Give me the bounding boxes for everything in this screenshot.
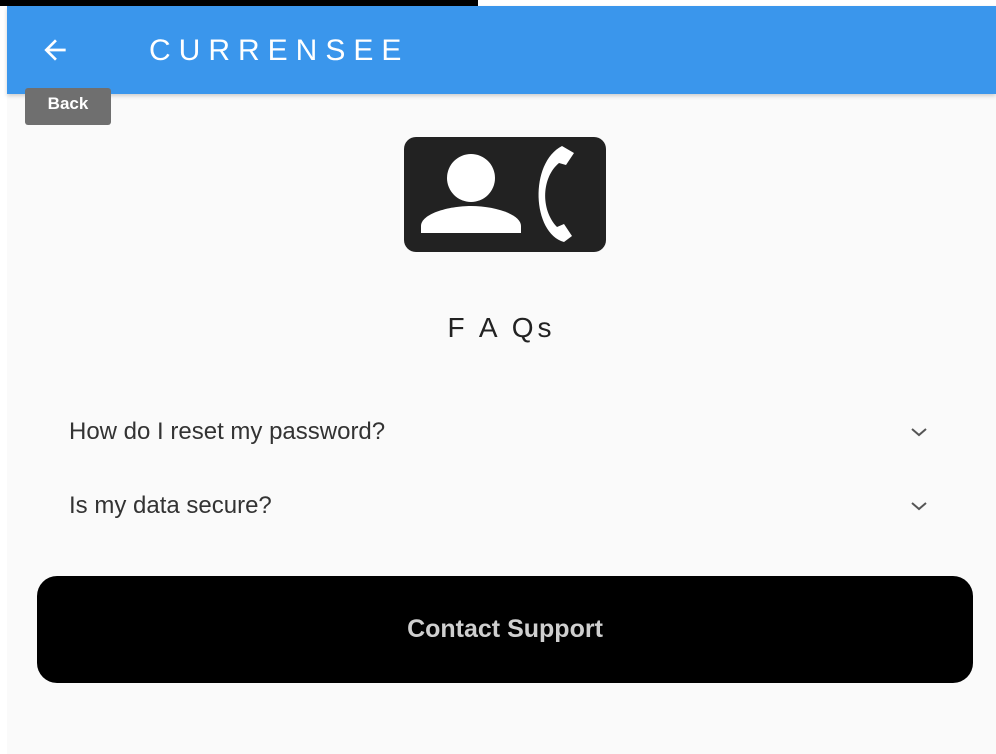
arrow-left-icon [44,39,66,61]
faq-item-data-secure[interactable]: Is my data secure? [57,476,941,536]
back-button[interactable] [33,28,77,72]
chevron-down-icon [907,494,931,518]
contact-support-button[interactable]: Contact Support [37,576,973,683]
contact-support-label: Contact Support [407,615,603,643]
app-title: CURRENSEE [149,34,410,67]
contact-phone-icon [404,137,606,252]
faq-item-reset-password[interactable]: How do I reset my password? [57,402,941,462]
faq-title: F A Qs [447,312,556,343]
back-tooltip: Back [25,88,111,125]
app-screen: CURRENSEE Back F A Qs How do I reset my … [7,6,996,754]
faq-question: Is my data secure? [69,492,272,519]
chevron-down-icon [907,420,931,444]
app-bar: CURRENSEE [7,6,996,94]
faq-question: How do I reset my password? [69,418,386,445]
